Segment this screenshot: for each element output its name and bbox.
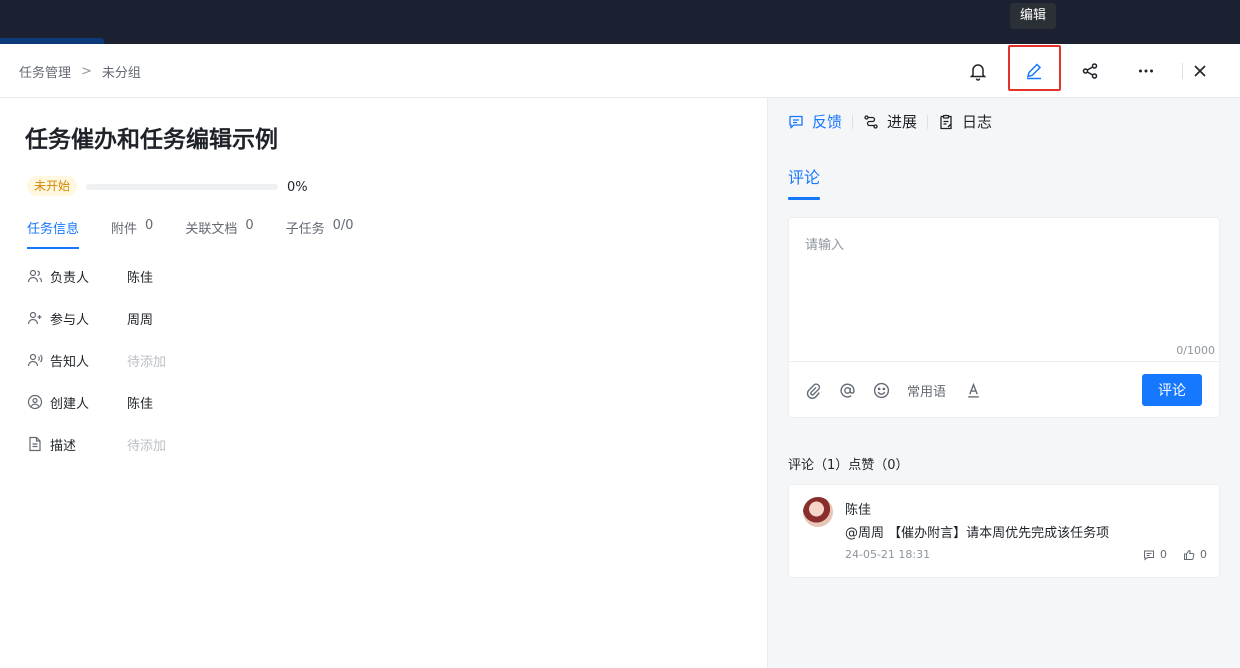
notify-user-icon	[27, 352, 43, 368]
submit-comment-button[interactable]: 评论	[1142, 374, 1202, 406]
paperclip-icon	[806, 382, 820, 399]
field-label: 创建人	[50, 396, 90, 412]
comment-author: 陈佳	[845, 503, 872, 518]
field-creator: 创建人 陈佳	[27, 392, 153, 412]
participants-value[interactable]: 周周	[127, 309, 153, 328]
user-circle-icon	[27, 394, 43, 410]
tab-subtasks[interactable]: 子任务 0/0	[286, 218, 354, 249]
feedback-icon	[789, 115, 803, 129]
field-participants: 参与人 周周	[27, 308, 153, 328]
edit-tooltip: 编辑	[1010, 3, 1057, 29]
reply-button[interactable]: 0	[1143, 548, 1167, 561]
tab-label: 进展	[887, 113, 918, 131]
comment-toolbar: 常用语 评论	[789, 361, 1219, 418]
bell-icon	[969, 64, 987, 81]
breadcrumb: 任务管理 > 未分组	[19, 62, 141, 81]
tab-linked-docs[interactable]: 关联文档 0	[185, 218, 253, 249]
tab-label: 反馈	[812, 113, 843, 131]
like-count: 0	[1200, 548, 1207, 561]
like-button[interactable]: 0	[1183, 548, 1207, 561]
progress-text: 0%	[287, 180, 308, 195]
owner-icon	[27, 268, 43, 284]
field-label: 负责人	[50, 270, 90, 286]
char-count: 0/1000	[1176, 344, 1215, 357]
tab-count: 0	[145, 218, 154, 233]
breadcrumb-parent[interactable]: 任务管理	[19, 62, 71, 81]
field-label: 描述	[50, 438, 77, 454]
document-icon	[27, 436, 43, 452]
tab-separator	[927, 114, 929, 129]
progress-bar[interactable]	[86, 184, 278, 190]
breadcrumb-current[interactable]: 未分组	[102, 62, 141, 81]
description-value[interactable]: 待添加	[127, 435, 166, 454]
mention-button[interactable]	[839, 380, 856, 400]
log-icon	[940, 114, 952, 129]
share-button[interactable]	[1063, 44, 1117, 98]
tab-count: 0/0	[332, 218, 354, 233]
text-format-button[interactable]	[965, 380, 982, 400]
emoji-button[interactable]	[873, 380, 890, 400]
comment-input[interactable]	[789, 218, 1219, 344]
add-user-icon	[27, 310, 43, 326]
close-button[interactable]	[1173, 44, 1227, 98]
reply-count: 0	[1160, 548, 1167, 561]
comment-text: @周周 【催办附言】请本周优先完成该任务项	[845, 526, 1110, 541]
edit-highlight-box	[1008, 45, 1061, 91]
notify-value[interactable]: 待添加	[127, 351, 166, 370]
field-label: 参与人	[50, 312, 90, 328]
feedback-panel: 反馈 进展 日志 评论 0/1000 常用语	[767, 98, 1240, 668]
common-phrases-button[interactable]: 常用语	[907, 380, 946, 400]
tab-label: 关联文档	[185, 222, 238, 237]
more-icon	[1139, 69, 1153, 73]
tab-separator	[852, 114, 854, 129]
tab-attachments[interactable]: 附件 0	[111, 218, 153, 249]
close-icon	[1194, 65, 1206, 77]
status-badge[interactable]: 未开始	[27, 176, 78, 196]
comment-time: 24-05-21 18:31	[845, 548, 931, 561]
comments-summary: 评论（1）点赞（0）	[788, 458, 909, 473]
owner-value[interactable]: 陈佳	[127, 267, 153, 286]
thumbs-up-icon	[1184, 549, 1195, 560]
task-tabs: 任务信息 附件 0 关联文档 0 子任务 0/0	[27, 218, 354, 249]
tab-count: 0	[245, 218, 254, 233]
comment-item: 陈佳 @周周 【催办附言】请本周优先完成该任务项 24-05-21 18:31 …	[788, 484, 1220, 578]
comment-editor: 0/1000 常用语 评论	[788, 217, 1220, 418]
breadcrumb-separator: >	[81, 64, 92, 79]
task-title[interactable]: 任务催办和任务编辑示例	[25, 120, 278, 154]
tab-label: 日志	[962, 113, 993, 131]
tab-progress[interactable]: 进展	[863, 111, 917, 132]
tab-feedback[interactable]: 反馈	[788, 111, 842, 132]
tab-label: 任务信息	[27, 222, 80, 237]
task-detail-panel: 任务催办和任务编辑示例 未开始 0% 任务信息 附件 0 关联文档 0 子任务 …	[0, 98, 767, 668]
font-color-icon	[968, 382, 979, 398]
field-owner: 负责人 陈佳	[27, 266, 153, 286]
attachment-button[interactable]	[805, 380, 822, 400]
avatar[interactable]	[803, 497, 833, 527]
top-bar: 编辑	[0, 0, 1240, 44]
tab-label: 附件	[111, 222, 138, 237]
tab-log[interactable]: 日志	[938, 111, 992, 132]
notify-button[interactable]	[951, 44, 1005, 98]
tab-label: 子任务	[285, 222, 325, 237]
creator-value: 陈佳	[127, 396, 154, 412]
more-button[interactable]	[1119, 44, 1173, 98]
field-label: 告知人	[50, 354, 90, 370]
comment-icon	[1144, 550, 1154, 561]
tab-task-info[interactable]: 任务信息	[27, 218, 80, 249]
field-description: 描述 待添加	[27, 434, 166, 454]
feedback-tabs: 反馈 进展 日志	[788, 111, 992, 132]
progress-icon	[864, 114, 878, 129]
share-icon	[1082, 63, 1098, 79]
at-icon	[840, 382, 855, 398]
field-notify: 告知人 待添加	[27, 350, 166, 370]
smile-icon	[873, 382, 890, 398]
tab-comments[interactable]: 评论	[788, 164, 821, 200]
